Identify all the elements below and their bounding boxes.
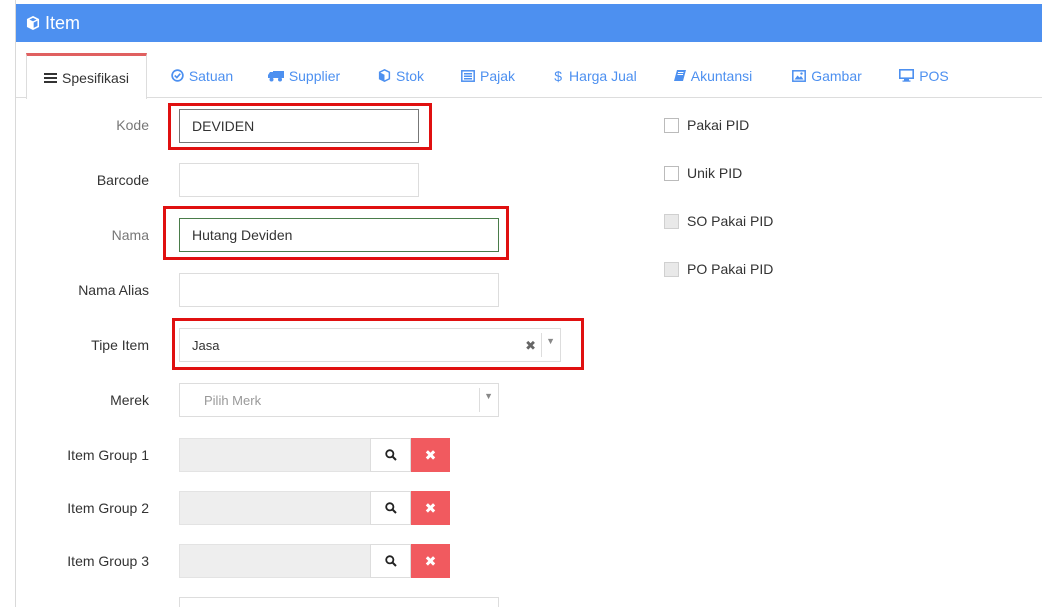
item-group-3-clear-button[interactable]: ✖ xyxy=(411,544,450,578)
tab-stok[interactable]: Stok xyxy=(370,53,432,98)
tipe-item-select[interactable]: Jasa ✖ ▼ xyxy=(179,328,561,362)
barcode-input[interactable] xyxy=(179,163,419,197)
item-group-3-search-button[interactable] xyxy=(370,544,411,578)
tab-satuan[interactable]: Satuan xyxy=(162,53,242,98)
close-icon: ✖ xyxy=(424,552,437,569)
panel-title-bar: Item xyxy=(16,4,1042,42)
item-group-1-label: Item Group 1 xyxy=(67,447,149,463)
tab-gambar[interactable]: Gambar xyxy=(787,53,867,98)
item-group-2-label: Item Group 2 xyxy=(67,500,149,516)
cube-icon xyxy=(26,16,40,30)
dollar-icon: $ xyxy=(554,67,563,84)
po-pakai-pid-checkbox[interactable] xyxy=(664,261,679,277)
kode-input[interactable]: DEVIDEN xyxy=(179,109,419,143)
cube-icon xyxy=(378,69,391,82)
nama-alias-label: Nama Alias xyxy=(78,282,149,298)
close-icon: ✖ xyxy=(424,499,437,516)
picture-icon xyxy=(792,69,807,82)
tab-pajak[interactable]: Pajak xyxy=(453,53,523,98)
select-separator xyxy=(541,333,542,357)
tab-label: Stok xyxy=(395,67,424,84)
tab-label: Harga Jual xyxy=(569,67,637,84)
item-group-2-clear-button[interactable]: ✖ xyxy=(411,491,450,525)
tab-label: POS xyxy=(919,67,949,84)
list-alt-icon xyxy=(461,69,475,82)
tab-label: Gambar xyxy=(811,67,862,84)
so-pakai-pid-row: SO Pakai PID xyxy=(664,213,773,229)
so-pakai-pid-label: SO Pakai PID xyxy=(687,213,774,229)
merek-select[interactable]: Pilih Merk ▼ xyxy=(179,383,499,417)
nama-label: Nama xyxy=(111,227,149,243)
nama-value: Hutang Deviden xyxy=(192,227,293,243)
tab-supplier[interactable]: Supplier xyxy=(263,53,345,98)
merek-label: Merek xyxy=(110,392,149,408)
next-field-input[interactable] xyxy=(179,597,499,607)
merek-placeholder: Pilih Merk xyxy=(204,392,262,408)
clear-icon[interactable]: ✖ xyxy=(525,338,536,354)
truck-icon xyxy=(267,70,284,81)
pakai-pid-label: Pakai PID xyxy=(687,117,750,133)
tab-label: Pajak xyxy=(479,67,516,84)
barcode-label: Barcode xyxy=(96,172,149,188)
list-icon xyxy=(44,72,58,83)
pakai-pid-row: Pakai PID xyxy=(664,117,749,133)
check-circle-icon xyxy=(171,69,184,82)
book-icon xyxy=(673,69,686,81)
monitor-icon xyxy=(899,69,915,82)
nama-alias-input[interactable] xyxy=(179,273,499,307)
item-group-1-input[interactable] xyxy=(179,438,371,472)
select-separator xyxy=(479,388,480,412)
item-group-1-search-button[interactable] xyxy=(370,438,411,472)
search-icon xyxy=(384,555,397,567)
search-icon xyxy=(384,502,397,514)
tab-label: Supplier xyxy=(288,67,341,84)
search-icon xyxy=(384,449,397,461)
nama-input[interactable]: Hutang Deviden xyxy=(179,218,499,252)
tipe-item-value: Jasa xyxy=(192,337,220,353)
panel-title: Item xyxy=(45,12,81,33)
tipe-item-label: Tipe Item xyxy=(91,337,149,353)
so-pakai-pid-checkbox[interactable] xyxy=(664,213,679,229)
close-icon: ✖ xyxy=(424,446,437,463)
tab-label: Spesifikasi xyxy=(62,69,129,86)
unik-pid-label: Unik PID xyxy=(687,165,743,181)
item-group-3-label: Item Group 3 xyxy=(67,553,149,569)
tab-pos[interactable]: POS xyxy=(894,53,954,98)
tab-akuntansi[interactable]: Akuntansi xyxy=(667,53,759,98)
po-pakai-pid-row: PO Pakai PID xyxy=(664,261,773,277)
tab-spesifikasi[interactable]: Spesifikasi xyxy=(26,53,147,99)
item-group-2-input[interactable] xyxy=(179,491,371,525)
tab-bar: Spesifikasi Satuan Supplier Stok Pajak $… xyxy=(16,53,1042,99)
item-group-1-clear-button[interactable]: ✖ xyxy=(411,438,450,472)
item-group-2-search-button[interactable] xyxy=(370,491,411,525)
kode-value: DEVIDEN xyxy=(192,118,255,134)
tab-harga-jual[interactable]: $ Harga Jual xyxy=(547,53,644,98)
chevron-down-icon[interactable]: ▼ xyxy=(484,391,493,401)
po-pakai-pid-label: PO Pakai PID xyxy=(687,261,774,277)
unik-pid-row: Unik PID xyxy=(664,165,742,181)
pakai-pid-checkbox[interactable] xyxy=(664,117,679,133)
kode-label: Kode xyxy=(116,117,149,133)
tab-label: Akuntansi xyxy=(690,67,753,84)
item-panel: Item Spesifikasi Satuan Supplier Stok Pa… xyxy=(15,0,1042,607)
chevron-down-icon[interactable]: ▼ xyxy=(546,336,555,346)
unik-pid-checkbox[interactable] xyxy=(664,165,679,181)
tab-label: Satuan xyxy=(188,67,234,84)
item-group-3-input[interactable] xyxy=(179,544,371,578)
